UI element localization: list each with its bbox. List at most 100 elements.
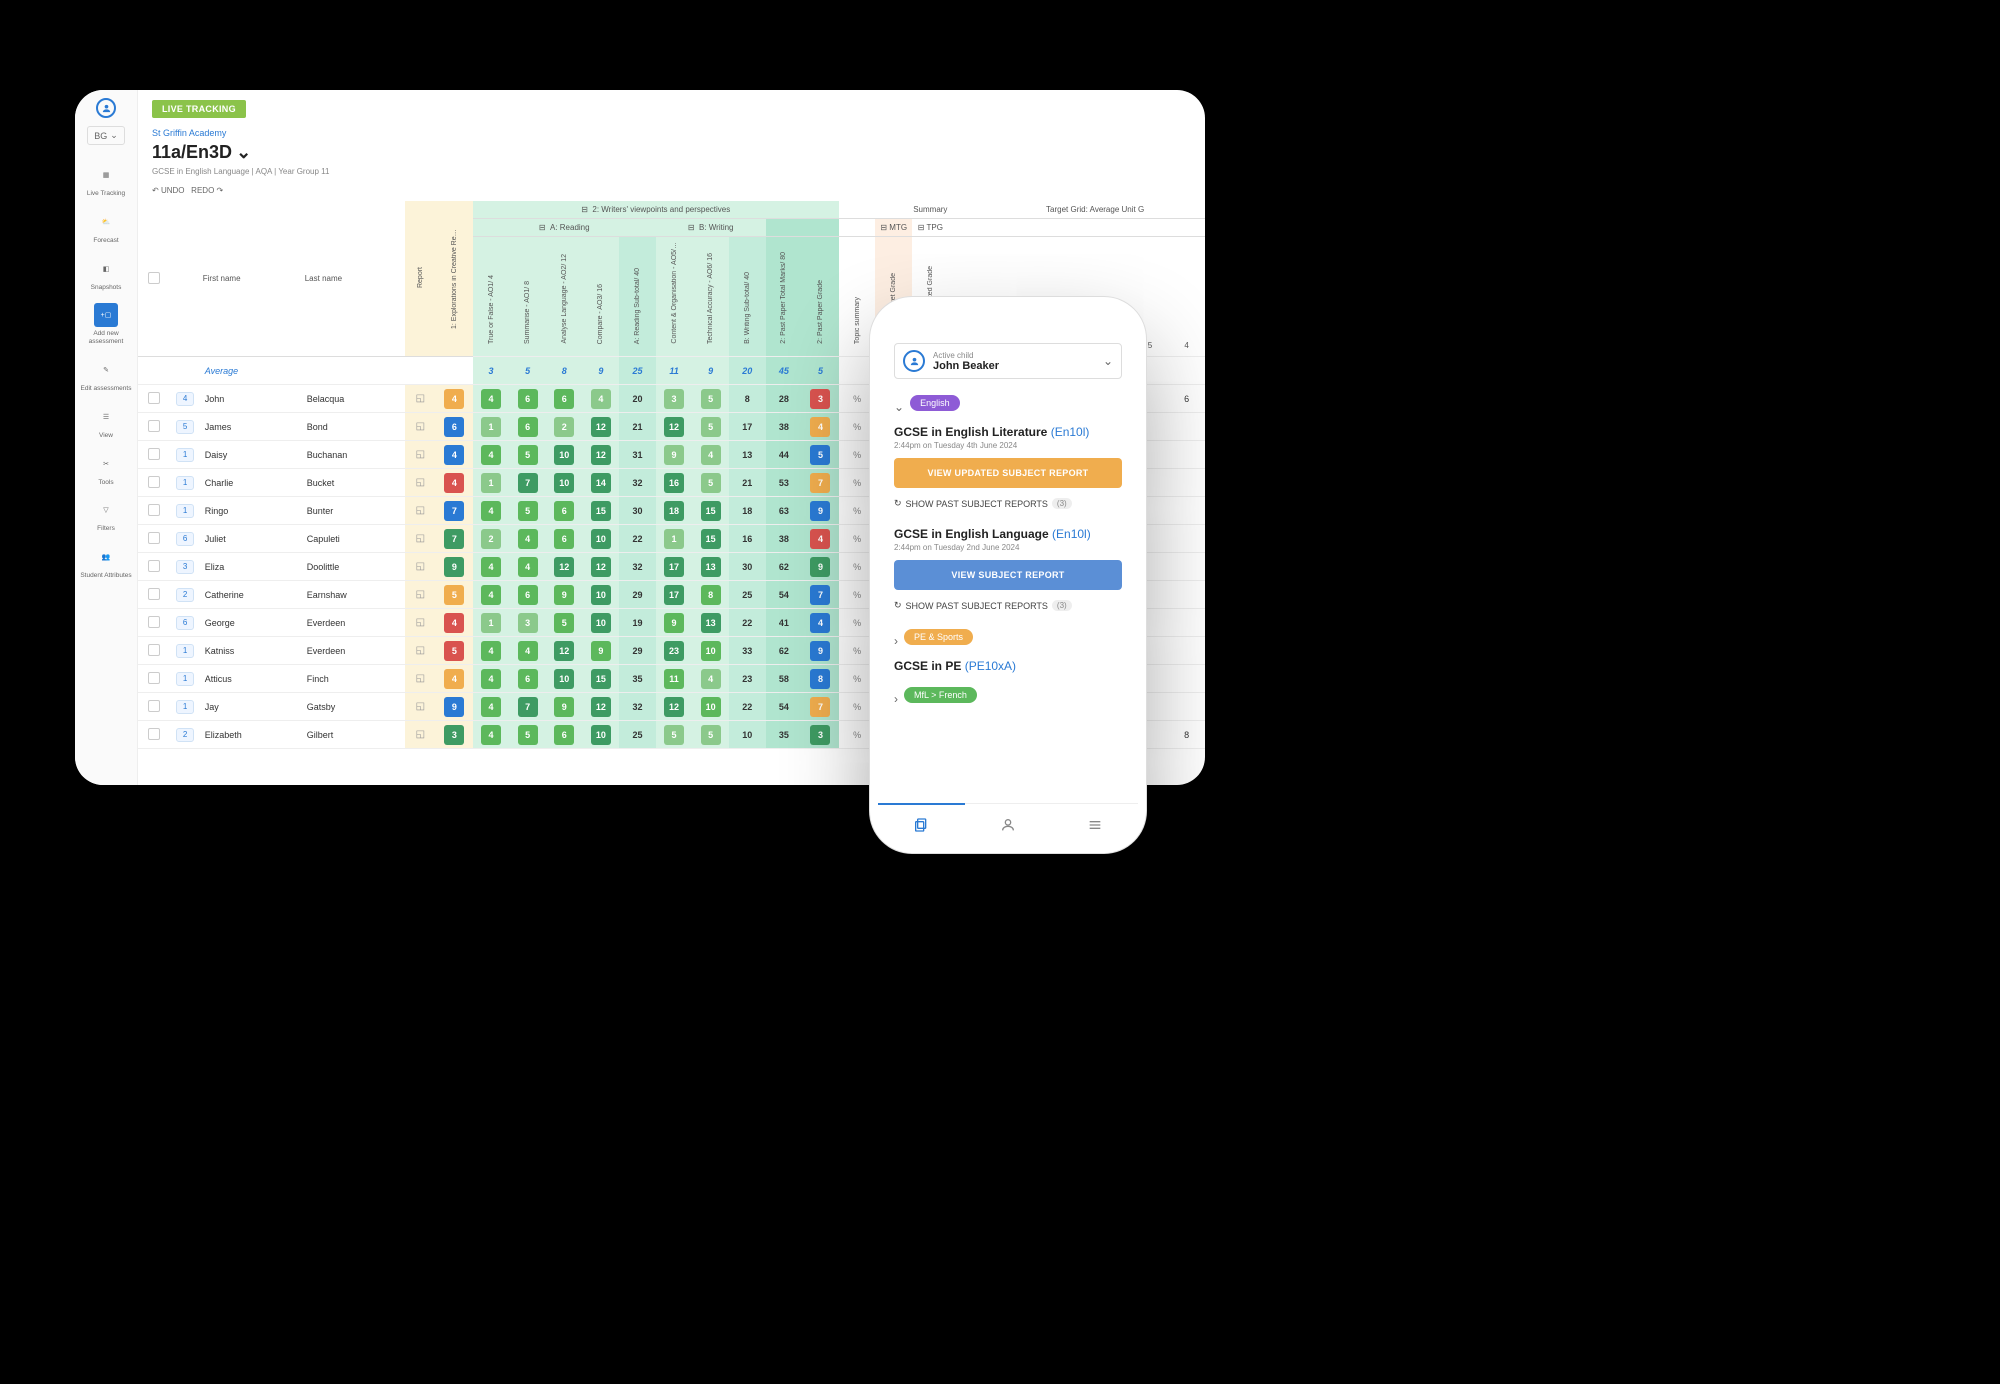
report-icon[interactable]: ◱ bbox=[416, 589, 425, 600]
score-cell[interactable]: 4 bbox=[509, 553, 546, 581]
nav-filters[interactable]: ▽Filters bbox=[75, 492, 137, 539]
paper1-cell[interactable]: 5 bbox=[436, 581, 473, 609]
score-cell[interactable]: 10 bbox=[583, 721, 620, 749]
row-checkbox[interactable] bbox=[148, 700, 160, 712]
score-cell[interactable]: 6 bbox=[546, 525, 583, 553]
score-cell[interactable]: 12 bbox=[583, 441, 620, 469]
row-checkbox[interactable] bbox=[148, 476, 160, 488]
score-cell[interactable]: 13 bbox=[692, 553, 729, 581]
tab-profile[interactable] bbox=[965, 804, 1052, 845]
score-cell[interactable]: 4 bbox=[692, 665, 729, 693]
paper1-cell[interactable]: 7 bbox=[436, 525, 473, 553]
score-cell[interactable]: 6 bbox=[546, 721, 583, 749]
paper1-cell[interactable]: 3 bbox=[436, 721, 473, 749]
score-cell[interactable]: 12 bbox=[546, 637, 583, 665]
nav-add-assessment[interactable]: +▢Add new assessment bbox=[75, 297, 137, 352]
paper1-cell[interactable]: 9 bbox=[436, 553, 473, 581]
score-cell[interactable]: 4 bbox=[509, 637, 546, 665]
score-cell[interactable]: 1 bbox=[473, 413, 510, 441]
score-cell[interactable]: 15 bbox=[583, 497, 620, 525]
score-cell[interactable]: 4 bbox=[473, 385, 510, 413]
paper1-cell[interactable]: 4 bbox=[436, 385, 473, 413]
score-cell[interactable]: 6 bbox=[509, 385, 546, 413]
col-head[interactable]: Compare - AO3/ 16 bbox=[583, 237, 620, 357]
score-cell[interactable]: 15 bbox=[583, 665, 620, 693]
show-past-reports-lit[interactable]: ↻SHOW PAST SUBJECT REPORTS(3) bbox=[894, 498, 1122, 509]
score-cell[interactable]: 8 bbox=[802, 665, 839, 693]
score-cell[interactable]: 10 bbox=[583, 581, 620, 609]
score-cell[interactable]: 5 bbox=[692, 469, 729, 497]
select-all-checkbox[interactable] bbox=[148, 272, 160, 284]
score-cell[interactable]: 8 bbox=[692, 581, 729, 609]
score-cell[interactable]: 4 bbox=[692, 441, 729, 469]
score-cell[interactable]: 10 bbox=[692, 637, 729, 665]
score-cell[interactable]: 10 bbox=[546, 441, 583, 469]
score-cell[interactable]: 6 bbox=[509, 665, 546, 693]
score-cell[interactable]: 5 bbox=[546, 609, 583, 637]
nav-edit-assessments[interactable]: ✎Edit assessments bbox=[75, 352, 137, 399]
report-icon[interactable]: ◱ bbox=[416, 673, 425, 684]
col-mtg[interactable]: ⊟ MTG bbox=[875, 219, 912, 237]
score-cell[interactable]: 3 bbox=[656, 385, 693, 413]
score-cell[interactable]: 12 bbox=[583, 693, 620, 721]
score-cell[interactable]: 9 bbox=[802, 637, 839, 665]
col-head[interactable]: Summarise - AO1/ 8 bbox=[509, 237, 546, 357]
score-cell[interactable]: 12 bbox=[546, 553, 583, 581]
col-head[interactable]: A: Reading Sub-total/ 40 bbox=[619, 237, 656, 357]
report-icon[interactable]: ◱ bbox=[416, 477, 425, 488]
score-cell[interactable]: 7 bbox=[802, 581, 839, 609]
score-cell[interactable]: 4 bbox=[509, 525, 546, 553]
score-cell[interactable]: 1 bbox=[656, 525, 693, 553]
class-selector[interactable]: 11a/En3D⌄ bbox=[152, 142, 356, 163]
score-cell[interactable]: 5 bbox=[692, 385, 729, 413]
score-cell[interactable]: 7 bbox=[509, 469, 546, 497]
active-child-selector[interactable]: Active child John Beaker ⌄ bbox=[894, 343, 1122, 379]
nav-tools[interactable]: ✂Tools bbox=[75, 446, 137, 493]
score-cell[interactable]: 9 bbox=[802, 497, 839, 525]
score-cell[interactable]: 23 bbox=[656, 637, 693, 665]
score-cell[interactable]: 13 bbox=[692, 609, 729, 637]
col-head[interactable]: Analyse Language - AO2/ 12 bbox=[546, 237, 583, 357]
row-checkbox[interactable] bbox=[148, 504, 160, 516]
nav-snapshots[interactable]: ◧Snapshots bbox=[75, 251, 137, 298]
report-icon[interactable]: ◱ bbox=[416, 701, 425, 712]
paper1-cell[interactable]: 6 bbox=[436, 413, 473, 441]
score-cell[interactable]: 5 bbox=[509, 441, 546, 469]
score-cell[interactable]: 4 bbox=[473, 721, 510, 749]
col-head[interactable]: 2: Past Paper Grade bbox=[802, 237, 839, 357]
score-cell[interactable]: 4 bbox=[473, 581, 510, 609]
user-avatar-icon[interactable] bbox=[96, 98, 116, 118]
subject-pe-toggle[interactable]: ›PE & Sports bbox=[894, 629, 1122, 653]
score-cell[interactable]: 5 bbox=[692, 413, 729, 441]
score-cell[interactable]: 4 bbox=[473, 693, 510, 721]
col-head[interactable]: Content & Organisation - AO5/… bbox=[656, 237, 693, 357]
nav-student-attributes[interactable]: 👥Student Attributes bbox=[75, 539, 137, 586]
score-cell[interactable]: 14 bbox=[583, 469, 620, 497]
row-checkbox[interactable] bbox=[148, 728, 160, 740]
group-writers[interactable]: ⊟ 2: Writers' viewpoints and perspective… bbox=[473, 201, 839, 219]
paper1-cell[interactable]: 7 bbox=[436, 497, 473, 525]
score-cell[interactable]: 6 bbox=[509, 581, 546, 609]
score-cell[interactable]: 3 bbox=[802, 721, 839, 749]
show-past-reports-lang[interactable]: ↻SHOW PAST SUBJECT REPORTS(3) bbox=[894, 600, 1122, 611]
group-reading[interactable]: ⊟ A: Reading bbox=[473, 219, 656, 237]
score-cell[interactable]: 3 bbox=[509, 609, 546, 637]
report-icon[interactable]: ◱ bbox=[416, 617, 425, 628]
report-icon[interactable]: ◱ bbox=[416, 729, 425, 740]
score-cell[interactable]: 4 bbox=[802, 609, 839, 637]
nav-view[interactable]: ☰View bbox=[75, 399, 137, 446]
score-cell[interactable]: 12 bbox=[583, 553, 620, 581]
row-checkbox[interactable] bbox=[148, 420, 160, 432]
paper1-cell[interactable]: 4 bbox=[436, 469, 473, 497]
group-writing[interactable]: ⊟ B: Writing bbox=[656, 219, 766, 237]
score-cell[interactable]: 4 bbox=[473, 497, 510, 525]
score-cell[interactable]: 7 bbox=[802, 469, 839, 497]
score-cell[interactable]: 5 bbox=[509, 721, 546, 749]
paper1-cell[interactable]: 4 bbox=[436, 665, 473, 693]
bg-selector[interactable]: BG⌄ bbox=[87, 126, 125, 145]
col-head[interactable]: 2: Past Paper Total Marks/ 80 bbox=[766, 237, 803, 357]
score-cell[interactable]: 10 bbox=[546, 665, 583, 693]
row-checkbox[interactable] bbox=[148, 588, 160, 600]
row-checkbox[interactable] bbox=[148, 644, 160, 656]
score-cell[interactable]: 4 bbox=[802, 413, 839, 441]
